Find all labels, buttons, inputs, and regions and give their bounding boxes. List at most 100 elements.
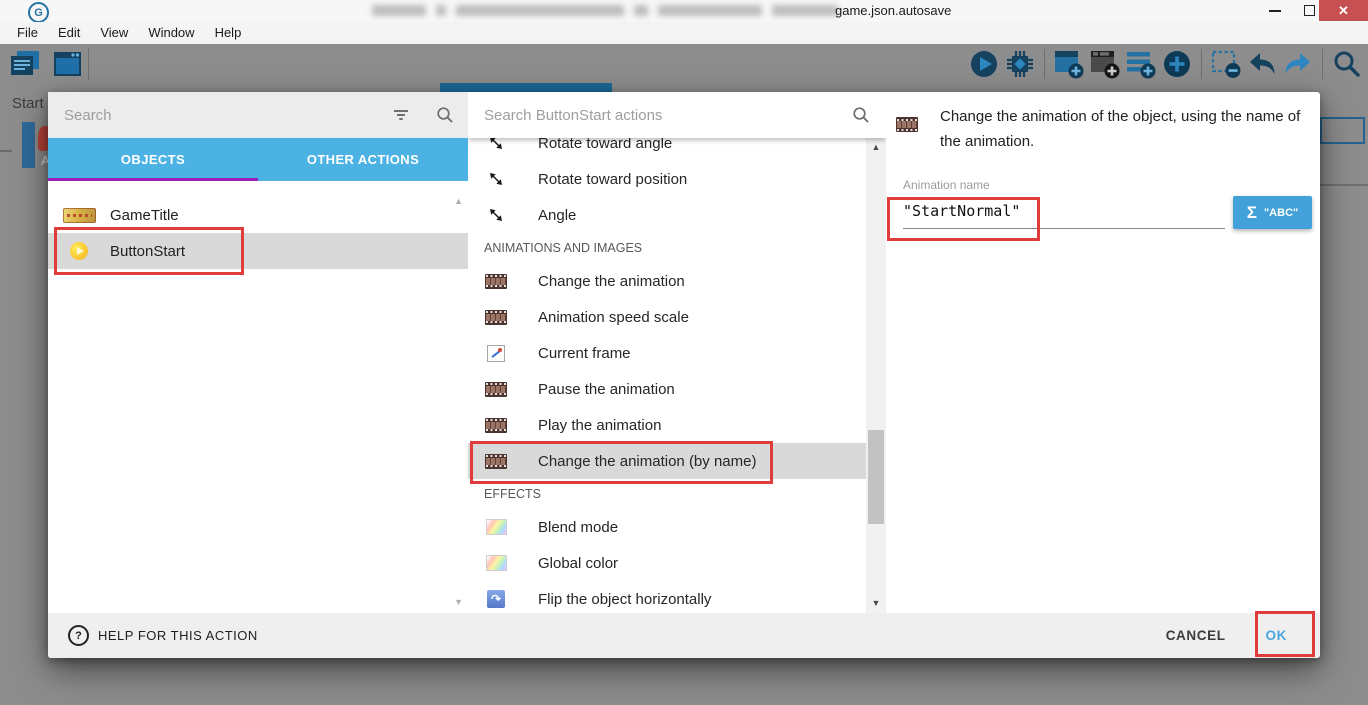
add-event-icon[interactable] — [1052, 47, 1086, 81]
filmstrip-icon — [484, 274, 508, 289]
animation-name-input[interactable] — [903, 192, 1225, 220]
action-item[interactable]: Flip the object horizontally — [468, 581, 866, 613]
animation-name-label: Animation name — [903, 178, 990, 192]
expression-editor-button[interactable]: Σ "ABC" — [1233, 196, 1312, 229]
toolbar-left — [8, 47, 85, 81]
close-button[interactable]: ✕ — [1319, 0, 1368, 21]
current-frame-icon — [484, 345, 508, 362]
menu-help[interactable]: Help — [205, 22, 252, 44]
scroll-up-icon[interactable]: ▲ — [866, 142, 886, 152]
action-item[interactable]: Pause the animation — [468, 371, 866, 407]
redo-icon[interactable] — [1281, 47, 1315, 81]
current-frame-icon — [487, 345, 505, 362]
actions-section-header: ANIMATIONS AND IMAGES — [468, 233, 866, 263]
rotate-arrow-icon — [484, 170, 508, 188]
objects-list: GameTitle ButtonStart — [48, 181, 468, 613]
project-manager-icon[interactable] — [8, 47, 42, 81]
action-label: Change the animation (by name) — [538, 453, 756, 470]
cancel-button[interactable]: CANCEL — [1166, 628, 1226, 643]
rainbow-icon — [484, 519, 508, 535]
action-item[interactable]: Play the animation — [468, 407, 866, 443]
menu-view[interactable]: View — [90, 22, 138, 44]
close-icon: ✕ — [1338, 3, 1349, 19]
background-event-bar — [22, 122, 35, 168]
objects-panel: OBJECTS OTHER ACTIONS GameTitle ButtonSta… — [48, 92, 468, 613]
action-label: Current frame — [538, 345, 631, 362]
search-icon[interactable] — [436, 106, 454, 124]
objects-search-input[interactable] — [48, 106, 366, 125]
menu-edit[interactable]: Edit — [48, 22, 90, 44]
scrollbar-thumb[interactable] — [868, 430, 884, 524]
action-label: Flip the object horizontally — [538, 591, 711, 608]
background-text-field — [1320, 117, 1365, 144]
menu-window[interactable]: Window — [138, 22, 204, 44]
background-divider — [0, 150, 12, 152]
yellow-play-icon — [62, 242, 96, 260]
filmstrip-icon — [484, 454, 508, 469]
action-description: Change the animation of the object, usin… — [940, 104, 1316, 154]
title-bar: G game.json.autosave ✕ — [0, 0, 1368, 22]
menu-file[interactable]: File — [7, 22, 48, 44]
rotate-arrow-icon — [484, 206, 508, 224]
filter-icon[interactable] — [392, 107, 410, 123]
minimize-button[interactable] — [1258, 0, 1292, 21]
scroll-down-icon[interactable]: ▼ — [454, 597, 463, 607]
add-subevent-icon[interactable] — [1088, 47, 1122, 81]
help-label: HELP FOR THIS ACTION — [98, 628, 258, 643]
action-item[interactable]: Change the animation — [468, 263, 866, 299]
action-label: Rotate toward position — [538, 171, 687, 188]
help-for-this-action[interactable]: ? HELP FOR THIS ACTION — [68, 625, 258, 646]
filmstrip-icon — [485, 418, 507, 433]
action-label: Global color — [538, 555, 618, 572]
ok-button[interactable]: OK — [1266, 628, 1287, 643]
filmstrip-icon — [485, 310, 507, 325]
action-item[interactable]: Change the animation (by name) — [468, 443, 866, 479]
expression-abc-label: "ABC" — [1264, 207, 1298, 219]
scroll-down-icon[interactable]: ▼ — [866, 598, 886, 608]
background-divider — [1320, 184, 1368, 186]
actions-panel: Rotate toward angleRotate toward positio… — [468, 92, 886, 613]
preview-window-icon[interactable] — [51, 47, 85, 81]
objects-tabs: OBJECTS OTHER ACTIONS — [48, 138, 468, 181]
undo-icon[interactable] — [1245, 47, 1279, 81]
search-icon[interactable] — [852, 106, 870, 124]
object-label: GameTitle — [110, 207, 179, 224]
add-circle-icon[interactable] — [1160, 47, 1194, 81]
search-icon[interactable] — [1330, 47, 1364, 81]
action-editor-dialog: OBJECTS OTHER ACTIONS GameTitle ButtonSta… — [48, 92, 1320, 658]
window-title: game.json.autosave — [835, 3, 951, 18]
actions-scrollbar[interactable]: ▲ ▼ — [866, 138, 886, 613]
filmstrip-icon — [484, 382, 508, 397]
play-icon[interactable] — [967, 47, 1001, 81]
object-item-buttonstart[interactable]: ButtonStart — [48, 233, 468, 269]
yellow-play-icon — [70, 242, 88, 260]
action-item[interactable]: Blend mode — [468, 509, 866, 545]
actions-section-header: EFFECTS — [468, 479, 866, 509]
actions-search-input[interactable] — [468, 106, 826, 125]
action-label: Animation speed scale — [538, 309, 689, 326]
gametitle-logo-icon — [62, 208, 96, 223]
action-item[interactable]: Angle — [468, 197, 866, 233]
title-redacted-text — [372, 5, 838, 16]
remove-event-icon[interactable] — [1209, 47, 1243, 81]
tab-objects[interactable]: OBJECTS — [48, 138, 258, 181]
action-item[interactable]: Rotate toward position — [468, 161, 866, 197]
action-item[interactable]: Current frame — [468, 335, 866, 371]
rainbow-icon — [486, 555, 507, 571]
action-label: Pause the animation — [538, 381, 675, 398]
object-item-gametitle[interactable]: GameTitle — [48, 197, 468, 233]
actions-search-bar — [468, 92, 886, 138]
dialog-footer: ? HELP FOR THIS ACTION CANCEL OK — [48, 613, 1320, 658]
help-icon: ? — [68, 625, 89, 646]
minimize-icon — [1269, 10, 1281, 12]
action-item[interactable]: Global color — [468, 545, 866, 581]
action-item[interactable]: Animation speed scale — [468, 299, 866, 335]
sigma-icon: Σ — [1247, 203, 1257, 223]
tab-other-actions[interactable]: OTHER ACTIONS — [258, 138, 468, 181]
rainbow-icon — [486, 519, 507, 535]
animation-name-field-wrap — [903, 192, 1225, 229]
debug-icon[interactable] — [1003, 47, 1037, 81]
scroll-up-icon[interactable]: ▲ — [454, 196, 463, 206]
add-comment-icon[interactable] — [1124, 47, 1158, 81]
filmstrip-icon — [484, 418, 508, 433]
